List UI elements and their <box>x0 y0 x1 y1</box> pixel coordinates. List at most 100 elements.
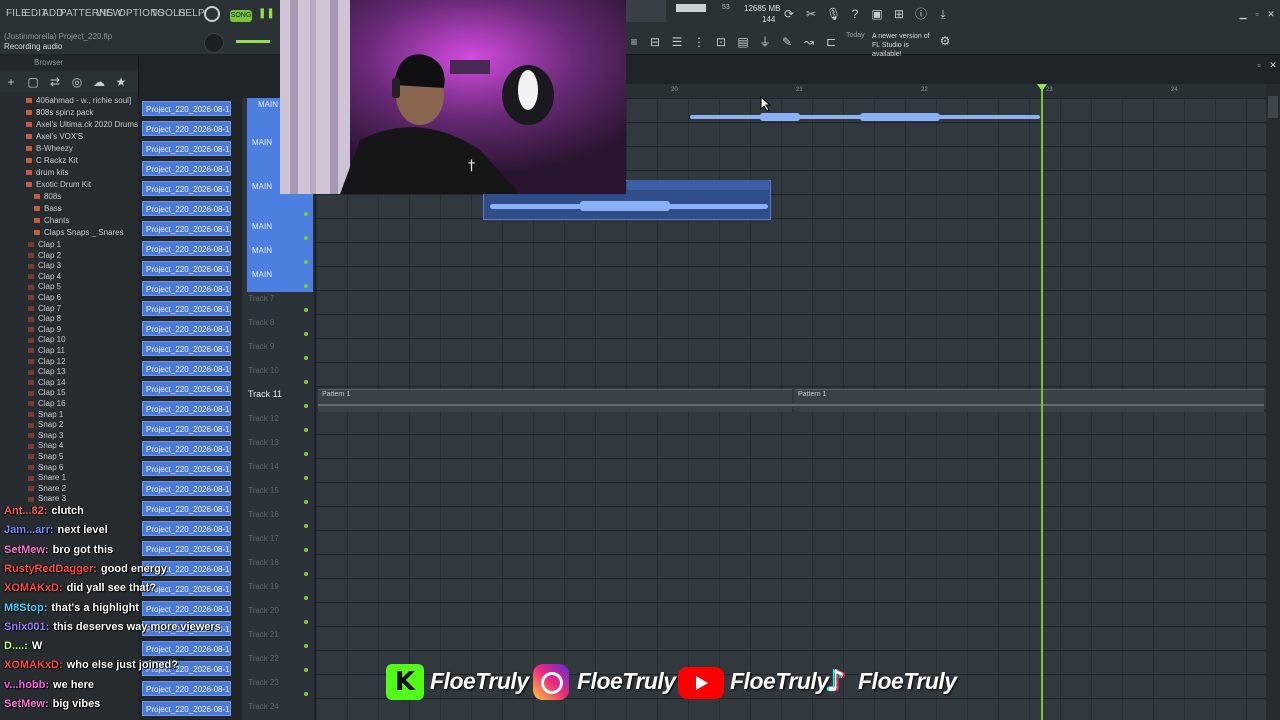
browser-item[interactable]: Snare 2 <box>28 484 66 493</box>
tempo-knob[interactable] <box>204 33 224 53</box>
track-name[interactable]: Track 17 <box>248 534 279 543</box>
link-icon[interactable]: ↝ <box>802 35 816 49</box>
track-mute-led[interactable] <box>304 572 308 576</box>
browser-item[interactable]: Clap 4 <box>28 272 61 281</box>
playlist-close-icon[interactable]: ✕ <box>1266 58 1280 72</box>
track-name[interactable]: Track 15 <box>248 486 279 495</box>
browser-item[interactable]: drum kits <box>26 168 68 177</box>
browser-item[interactable]: Axel's Ultima.ck 2020 Drums <box>26 120 138 129</box>
browser-favorite-icon[interactable]: ★ <box>114 75 128 89</box>
browser-item[interactable]: Snap 1 <box>28 410 63 419</box>
browser-item[interactable]: Clap 16 <box>28 399 66 408</box>
picker-clip-item[interactable]: Project_220_2026-08-13... <box>142 601 231 616</box>
browser-item[interactable]: Clap 9 <box>28 325 61 334</box>
track-name[interactable]: Track 9 <box>248 342 274 351</box>
picker-clip-item[interactable]: Project_220_2026-08-13... <box>142 521 231 536</box>
picker-clip-item[interactable]: Project_220_2026-08-13... <box>142 421 231 436</box>
browser-item[interactable]: Clap 13 <box>28 367 66 376</box>
picker-clip-item[interactable]: Project_220_2026-08-13... <box>142 501 231 516</box>
browser-item[interactable]: Clap 15 <box>28 388 66 397</box>
cut-icon[interactable]: ✂ <box>804 7 818 21</box>
picker-clip-item[interactable]: Project_220_2026-08-13... <box>142 181 231 196</box>
track-mute-led[interactable] <box>304 500 308 504</box>
maximize-icon[interactable]: ▫ <box>1250 7 1264 21</box>
track-mute-led[interactable] <box>304 620 308 624</box>
track-name[interactable]: Track 19 <box>248 582 279 591</box>
settings-icon[interactable]: ⚙ <box>938 34 952 48</box>
browser-item[interactable]: Snap 2 <box>28 420 63 429</box>
picker-clip-item[interactable]: Project_220_2026-08-13... <box>142 641 231 656</box>
track-name[interactable]: Track 11 <box>248 389 282 399</box>
pattern-clip[interactable] <box>794 389 1264 412</box>
help-icon[interactable]: ? <box>848 7 862 21</box>
piano-roll-icon[interactable]: ⊡ <box>714 35 728 49</box>
track-name[interactable]: Track 20 <box>248 606 279 615</box>
browser-item[interactable]: Snap 3 <box>28 431 63 440</box>
track-mute-led[interactable] <box>304 308 308 312</box>
channel-rack-icon[interactable]: ⋮ <box>692 35 706 49</box>
track-mute-led[interactable] <box>304 404 308 408</box>
track-name[interactable]: Track 21 <box>248 630 279 639</box>
microphone-icon[interactable]: 🎙 <box>826 7 841 21</box>
browser-item[interactable]: 808s spinz pack <box>26 108 93 117</box>
refresh-icon[interactable]: ⟳ <box>782 7 796 21</box>
audio-clip-header[interactable] <box>627 180 769 190</box>
picker-clip-item[interactable]: Project_220_2026-08-13... <box>142 281 231 296</box>
picker-clip-item[interactable]: Project_220_2026-08-13... <box>142 141 231 156</box>
browser-item[interactable]: Clap 10 <box>28 335 66 344</box>
menu-help[interactable]: HELP <box>178 8 205 19</box>
snap-icon[interactable]: ≡ <box>627 35 641 49</box>
browser-item[interactable]: Clap 1 <box>28 240 61 249</box>
track-mute-led[interactable] <box>304 692 308 696</box>
browser-item[interactable]: Axel's VOX'S <box>26 132 83 141</box>
track-name[interactable]: Track 18 <box>248 558 279 567</box>
minimize-icon[interactable]: ▁ <box>1236 7 1250 21</box>
picker-clip-item[interactable]: Project_220_2026-08-13... <box>142 101 231 116</box>
browser-item[interactable]: Clap 3 <box>28 261 61 270</box>
browser-item[interactable]: Clap 14 <box>28 378 66 387</box>
master-pitch-slider[interactable] <box>236 40 270 43</box>
picker-clip-item[interactable]: Project_220_2026-08-13... <box>142 461 231 476</box>
track-mute-led[interactable] <box>304 548 308 552</box>
track-name[interactable]: Track 13 <box>248 438 279 447</box>
track-mute-led[interactable] <box>304 428 308 432</box>
playhead-marker[interactable] <box>1037 84 1047 91</box>
track-name[interactable]: Track 12 <box>248 414 279 423</box>
browser-item[interactable]: Claps Snaps _ Snares <box>34 228 124 237</box>
picker-clip-item[interactable]: Project_220_2026-08-13... <box>142 301 231 316</box>
browser-icon[interactable]: ▤ <box>736 35 750 49</box>
pattern-clip[interactable] <box>318 389 792 412</box>
browser-search-icon[interactable]: ◎ <box>70 75 84 89</box>
picker-clip-item[interactable]: Project_220_2026-08-13... <box>142 201 231 216</box>
browser-item[interactable]: Snare 1 <box>28 473 66 482</box>
master-volume-area[interactable] <box>626 0 666 22</box>
browser-sort-icon[interactable]: ⇄ <box>48 75 62 89</box>
pause-icon[interactable]: ❚❚ <box>258 9 275 19</box>
playlist-maximize-icon[interactable]: ▫ <box>1252 58 1266 72</box>
browser-item[interactable]: Bass <box>34 204 62 213</box>
track-mute-led[interactable] <box>304 524 308 528</box>
track-mute-led[interactable] <box>304 284 308 288</box>
browser-item[interactable]: 808s <box>34 192 61 201</box>
track-name[interactable]: Track 7 <box>248 294 274 303</box>
picker-clip-item[interactable]: Project_220_2026-08-13... <box>142 681 231 696</box>
save-icon[interactable]: ▣ <box>870 7 884 21</box>
playlist-scrollbar[interactable] <box>1266 84 1280 720</box>
track-mute-led[interactable] <box>304 380 308 384</box>
track-mute-led[interactable] <box>304 452 308 456</box>
track-name[interactable]: Track 24 <box>248 702 279 711</box>
track-name[interactable]: Track 16 <box>248 510 279 519</box>
track-mute-led[interactable] <box>304 212 308 216</box>
plug-icon[interactable]: ⏚ <box>758 35 772 49</box>
track-name[interactable]: Track 23 <box>248 678 279 687</box>
picker-clip-item[interactable]: Project_220_2026-08-13... <box>142 541 231 556</box>
picker-clip-item[interactable]: Project_220_2026-08-13... <box>142 321 231 336</box>
browser-item[interactable]: Clap 5 <box>28 282 61 291</box>
track-name[interactable]: Track 22 <box>248 654 279 663</box>
picker-clip-item[interactable]: Project_220_2026-08-13... <box>142 361 231 376</box>
picker-clip-item[interactable]: Project_220_2026-08-13... <box>142 261 231 276</box>
playhead[interactable] <box>1041 90 1043 720</box>
browser-item[interactable]: Exotic Drum Kit <box>26 180 91 189</box>
picker-clip-item[interactable]: Project_220_2026-08-13... <box>142 701 231 716</box>
picker-clip-item[interactable]: Project_220_2026-08-13... <box>142 401 231 416</box>
